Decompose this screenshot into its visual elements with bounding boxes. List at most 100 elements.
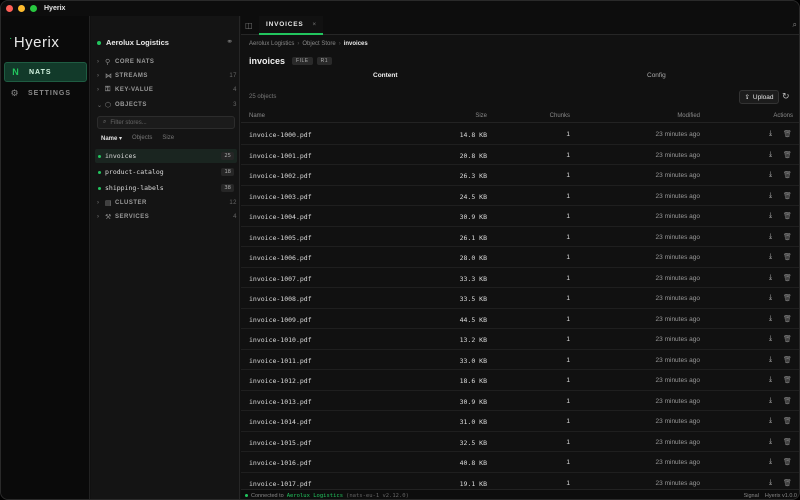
download-icon[interactable]: ⤓ bbox=[769, 479, 772, 487]
object-modified: 23 minutes ago bbox=[655, 274, 700, 282]
table-row[interactable]: invoice-1014.pdf 31.0 KB 1 23 minutes ago ⤓ 🗑… bbox=[241, 411, 799, 432]
trash-icon[interactable]: 🗑︎ bbox=[783, 417, 792, 425]
section-key-value[interactable]: › ⚿ KEY-VALUE 4 bbox=[97, 84, 237, 96]
connected-server[interactable]: Aerolux Logistics bbox=[287, 493, 343, 499]
tab-content[interactable]: Content bbox=[373, 72, 398, 79]
column-modified[interactable]: Modified bbox=[677, 113, 700, 119]
column-name[interactable]: Name bbox=[249, 113, 265, 119]
section-cluster[interactable]: › ▤ CLUSTER 12 bbox=[97, 197, 237, 209]
table-row[interactable]: invoice-1016.pdf 40.8 KB 1 23 minutes ago ⤓ 🗑… bbox=[241, 452, 799, 473]
column-size[interactable]: Size bbox=[475, 113, 487, 119]
download-icon[interactable]: ⤓ bbox=[769, 274, 772, 282]
store-count: 25 bbox=[221, 152, 234, 160]
rail-item-settings[interactable]: ⚙ SETTINGS bbox=[4, 83, 87, 103]
tab-invoices[interactable]: INVOICES × bbox=[259, 16, 323, 35]
object-chunks: 1 bbox=[566, 377, 570, 384]
table-row[interactable]: invoice-1011.pdf 33.0 KB 1 23 minutes ago ⤓ 🗑… bbox=[241, 350, 799, 370]
download-icon[interactable]: ⤓ bbox=[769, 253, 772, 261]
close-tab-icon[interactable]: × bbox=[312, 21, 317, 28]
trash-icon[interactable]: 🗑︎ bbox=[783, 438, 792, 446]
column-chunks[interactable]: Chunks bbox=[550, 113, 570, 119]
trash-icon[interactable]: 🗑︎ bbox=[783, 376, 792, 384]
signal-indicator[interactable]: Signal bbox=[744, 493, 759, 499]
table-row[interactable]: invoice-1013.pdf 30.9 KB 1 23 minutes ago ⤓ 🗑… bbox=[241, 391, 799, 411]
download-icon[interactable]: ⤓ bbox=[769, 233, 772, 241]
table-row[interactable]: invoice-1006.pdf 28.0 KB 1 23 minutes ago ⤓ 🗑… bbox=[241, 247, 799, 268]
store-item-shipping-labels[interactable]: shipping-labels 38 bbox=[95, 181, 237, 195]
table-row[interactable]: invoice-1003.pdf 24.5 KB 1 23 minutes ago ⤓ 🗑… bbox=[241, 186, 799, 206]
download-icon[interactable]: ⤓ bbox=[769, 376, 772, 384]
trash-icon[interactable]: 🗑︎ bbox=[783, 171, 792, 179]
maximize-window-button[interactable] bbox=[30, 5, 37, 12]
trash-icon[interactable]: 🗑︎ bbox=[783, 151, 792, 159]
trash-icon[interactable]: 🗑︎ bbox=[783, 479, 792, 487]
table-row[interactable]: invoice-1015.pdf 32.5 KB 1 23 minutes ago ⤓ 🗑… bbox=[241, 432, 799, 452]
trash-icon[interactable]: 🗑︎ bbox=[783, 458, 792, 466]
sidebar-toggle-icon[interactable]: ◫ bbox=[245, 21, 253, 30]
breadcrumb-separator: › bbox=[297, 41, 300, 47]
content-tabs: Content Config bbox=[241, 72, 799, 84]
trash-icon[interactable]: 🗑︎ bbox=[783, 233, 792, 241]
download-icon[interactable]: ⤓ bbox=[769, 335, 772, 343]
refresh-icon[interactable]: ↻ bbox=[782, 91, 790, 102]
trash-icon[interactable]: 🗑︎ bbox=[783, 294, 792, 302]
trash-icon[interactable]: 🗑︎ bbox=[783, 212, 792, 220]
rail-item-label: NATS bbox=[29, 68, 52, 76]
filter-stores-input[interactable]: ⌕ Filter stores... bbox=[97, 116, 235, 129]
breadcrumb-workspace[interactable]: Aerolux Logistics bbox=[249, 41, 294, 47]
link-icon[interactable]: ⚭ bbox=[226, 37, 233, 46]
trash-icon[interactable]: 🗑︎ bbox=[783, 130, 792, 138]
download-icon[interactable]: ⤓ bbox=[769, 315, 772, 323]
section-core-nats[interactable]: › ⚲ CORE NATS bbox=[97, 56, 237, 68]
download-icon[interactable]: ⤓ bbox=[769, 356, 772, 364]
table-row[interactable]: invoice-1008.pdf 33.5 KB 1 23 minutes ago ⤓ 🗑… bbox=[241, 288, 799, 309]
rail-item-nats[interactable]: N NATS bbox=[4, 62, 87, 82]
object-name: invoice-1000.pdf bbox=[249, 131, 312, 139]
minimize-window-button[interactable] bbox=[18, 5, 25, 12]
download-icon[interactable]: ⤓ bbox=[769, 458, 772, 466]
download-icon[interactable]: ⤓ bbox=[769, 438, 772, 446]
table-row[interactable]: invoice-1004.pdf 30.9 KB 1 23 minutes ago ⤓ 🗑… bbox=[241, 206, 799, 227]
section-services[interactable]: › ⚒ SERVICES 4 bbox=[97, 211, 237, 223]
trash-icon[interactable]: 🗑︎ bbox=[783, 356, 792, 364]
table-row[interactable]: invoice-1000.pdf 14.8 KB 1 23 minutes ago ⤓ 🗑… bbox=[241, 124, 799, 145]
table-row[interactable]: invoice-1007.pdf 33.3 KB 1 23 minutes ago ⤓ 🗑… bbox=[241, 268, 799, 288]
trash-icon[interactable]: 🗑︎ bbox=[783, 397, 792, 405]
download-icon[interactable]: ⤓ bbox=[769, 294, 772, 302]
table-row[interactable]: invoice-1009.pdf 44.5 KB 1 23 minutes ago ⤓ 🗑… bbox=[241, 309, 799, 329]
download-icon[interactable]: ⤓ bbox=[769, 417, 772, 425]
sort-by-objects[interactable]: Objects bbox=[132, 135, 152, 142]
left-rail: · Hyerix N NATS ⚙ SETTINGS bbox=[1, 16, 90, 499]
section-label: CORE NATS bbox=[115, 59, 155, 65]
download-icon[interactable]: ⤓ bbox=[769, 130, 772, 138]
table-row[interactable]: invoice-1005.pdf 26.1 KB 1 23 minutes ago ⤓ 🗑… bbox=[241, 227, 799, 247]
upload-button[interactable]: ⇪ Upload bbox=[739, 90, 779, 104]
trash-icon[interactable]: 🗑︎ bbox=[783, 274, 792, 282]
breadcrumb-object-store[interactable]: Object Store bbox=[302, 41, 335, 47]
download-icon[interactable]: ⤓ bbox=[769, 192, 772, 200]
trash-icon[interactable]: 🗑︎ bbox=[783, 315, 792, 323]
sort-by-size[interactable]: Size bbox=[162, 135, 174, 142]
tab-config[interactable]: Config bbox=[647, 72, 666, 79]
section-objects[interactable]: ⌄ ⬡ OBJECTS 3 bbox=[97, 99, 237, 111]
store-item-product-catalog[interactable]: product-catalog 18 bbox=[95, 165, 237, 179]
object-name: invoice-1004.pdf bbox=[249, 213, 312, 221]
table-row[interactable]: invoice-1010.pdf 13.2 KB 1 23 minutes ago ⤓ 🗑… bbox=[241, 329, 799, 350]
download-icon[interactable]: ⤓ bbox=[769, 151, 772, 159]
object-chunks: 1 bbox=[566, 192, 570, 200]
download-icon[interactable]: ⤓ bbox=[769, 397, 772, 405]
table-row[interactable]: invoice-1001.pdf 20.8 KB 1 23 minutes ago ⤓ 🗑… bbox=[241, 145, 799, 165]
download-icon[interactable]: ⤓ bbox=[769, 212, 772, 220]
sort-by-name[interactable]: Name ▾ bbox=[101, 135, 122, 142]
download-icon[interactable]: ⤓ bbox=[769, 171, 772, 179]
section-streams[interactable]: › ⋈ STREAMS 17 bbox=[97, 70, 237, 82]
close-window-button[interactable] bbox=[6, 5, 13, 12]
trash-icon[interactable]: 🗑︎ bbox=[783, 335, 792, 343]
trash-icon[interactable]: 🗑︎ bbox=[783, 253, 792, 261]
search-icon[interactable]: ⌕ bbox=[793, 20, 797, 30]
table-row[interactable]: invoice-1002.pdf 26.3 KB 1 23 minutes ago ⤓ 🗑… bbox=[241, 165, 799, 186]
store-item-invoices[interactable]: invoices 25 bbox=[95, 149, 237, 163]
connection-status-dot bbox=[245, 494, 248, 497]
trash-icon[interactable]: 🗑︎ bbox=[783, 192, 792, 200]
table-row[interactable]: invoice-1012.pdf 18.6 KB 1 23 minutes ago ⤓ 🗑… bbox=[241, 370, 799, 391]
